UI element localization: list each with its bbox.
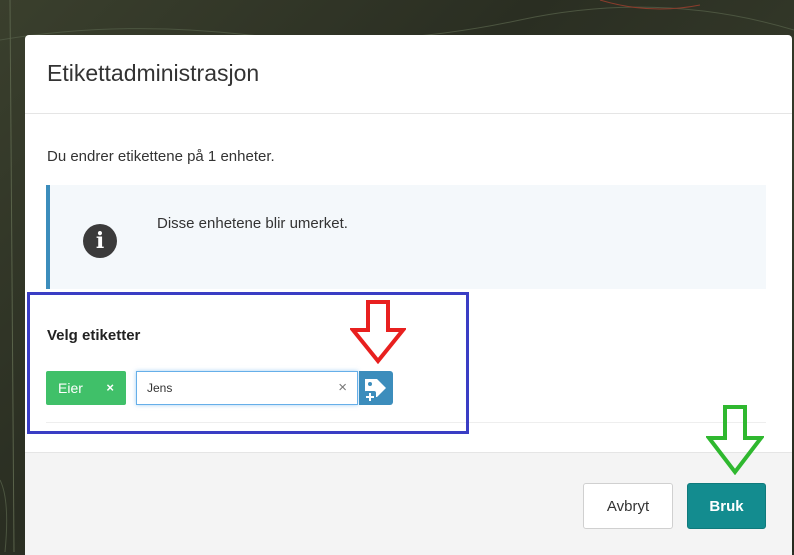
dialog-intro-text: Du endrer etikettene på 1 enheter.: [47, 148, 275, 165]
info-callout: i Disse enhetene blir umerket.: [46, 185, 766, 289]
green-down-arrow-icon: [706, 405, 764, 475]
cancel-button[interactable]: Avbryt: [583, 483, 673, 529]
dialog-header: Etikettadministrasjon: [25, 35, 792, 114]
dialog-title: Etikettadministrasjon: [47, 60, 260, 86]
dialog-footer: [25, 452, 792, 555]
info-icon: i: [83, 224, 117, 258]
red-down-arrow-icon: [350, 300, 406, 364]
apply-button[interactable]: Bruk: [687, 483, 766, 529]
info-text: Disse enhetene blir umerket.: [157, 215, 348, 232]
